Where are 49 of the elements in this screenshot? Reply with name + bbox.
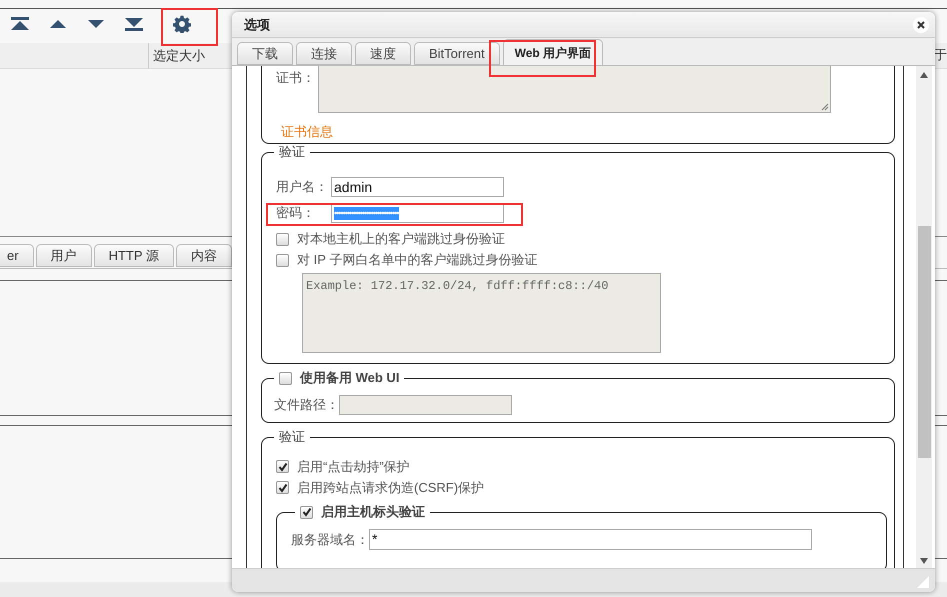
checkbox-label: 使用备用 Web UI [300, 370, 400, 386]
checkbox[interactable] [276, 254, 289, 266]
field-label: 密码： [276, 204, 316, 222]
settings-icon [173, 15, 191, 33]
jump-bottom-icon [123, 16, 145, 32]
username-field[interactable]: admin [331, 177, 504, 197]
highlight-frame [161, 8, 218, 46]
certificate-field[interactable] [318, 66, 831, 113]
column-header[interactable]: 于 [934, 45, 947, 65]
tab[interactable]: HTTP 源 [94, 244, 174, 267]
tab[interactable]: 下载 [237, 42, 293, 65]
jump-bottom-button[interactable] [122, 15, 146, 33]
tab[interactable]: BitTorrent [414, 42, 500, 65]
field-label: 用户名： [276, 178, 329, 196]
checkbox[interactable] [276, 460, 289, 473]
scrollbar[interactable] [916, 66, 932, 568]
checkbox[interactable] [279, 372, 292, 384]
tab[interactable]: 连接 [296, 42, 352, 65]
jump-top-button[interactable] [8, 15, 32, 33]
close-icon [917, 20, 925, 28]
tab[interactable]: 速度 [355, 42, 411, 65]
settings-button[interactable] [170, 14, 194, 34]
field-label: 文件路径： [274, 396, 339, 414]
tab[interactable]: er [0, 244, 34, 267]
field-label: 证书： [276, 69, 315, 87]
checkbox-label: 启用主机标头验证 [321, 504, 425, 520]
group-label: 验证 [274, 144, 310, 160]
tab[interactable]: Web 用户界面 [502, 39, 604, 65]
resize-grip-icon[interactable] [917, 576, 929, 588]
server-domain-field[interactable]: * [369, 529, 812, 550]
window-title: 选项 [244, 16, 270, 34]
checkbox-label: 对本地主机上的客户端跳过身份验证 [297, 230, 505, 248]
field-label: 服务器域名： [291, 530, 369, 549]
resize-handle-icon[interactable] [821, 103, 829, 111]
checkbox[interactable] [300, 506, 313, 518]
checkbox-label: 对 IP 子网白名单中的客户端跳过身份验证 [297, 251, 538, 270]
whitelist-field[interactable]: Example: 172.17.32.0/24, fdff:ffff:c8::/40 [302, 273, 661, 353]
checkbox[interactable] [276, 232, 289, 246]
scroll-down-icon[interactable] [920, 558, 928, 564]
tab[interactable]: 用户 [36, 244, 92, 267]
tab[interactable]: 内容 [176, 244, 232, 267]
scroll-up-icon[interactable] [920, 72, 928, 78]
close-button[interactable] [913, 16, 929, 32]
checkbox-label: 启用“点击劫持”保护 [297, 458, 410, 476]
column-header[interactable]: 选定大小 [148, 43, 205, 69]
group-label: 验证 [274, 429, 310, 445]
checkbox-label: 启用跨站点请求伪造(CSRF)保护 [297, 478, 484, 497]
checkbox[interactable] [276, 481, 289, 494]
jump-top-icon [9, 16, 31, 32]
